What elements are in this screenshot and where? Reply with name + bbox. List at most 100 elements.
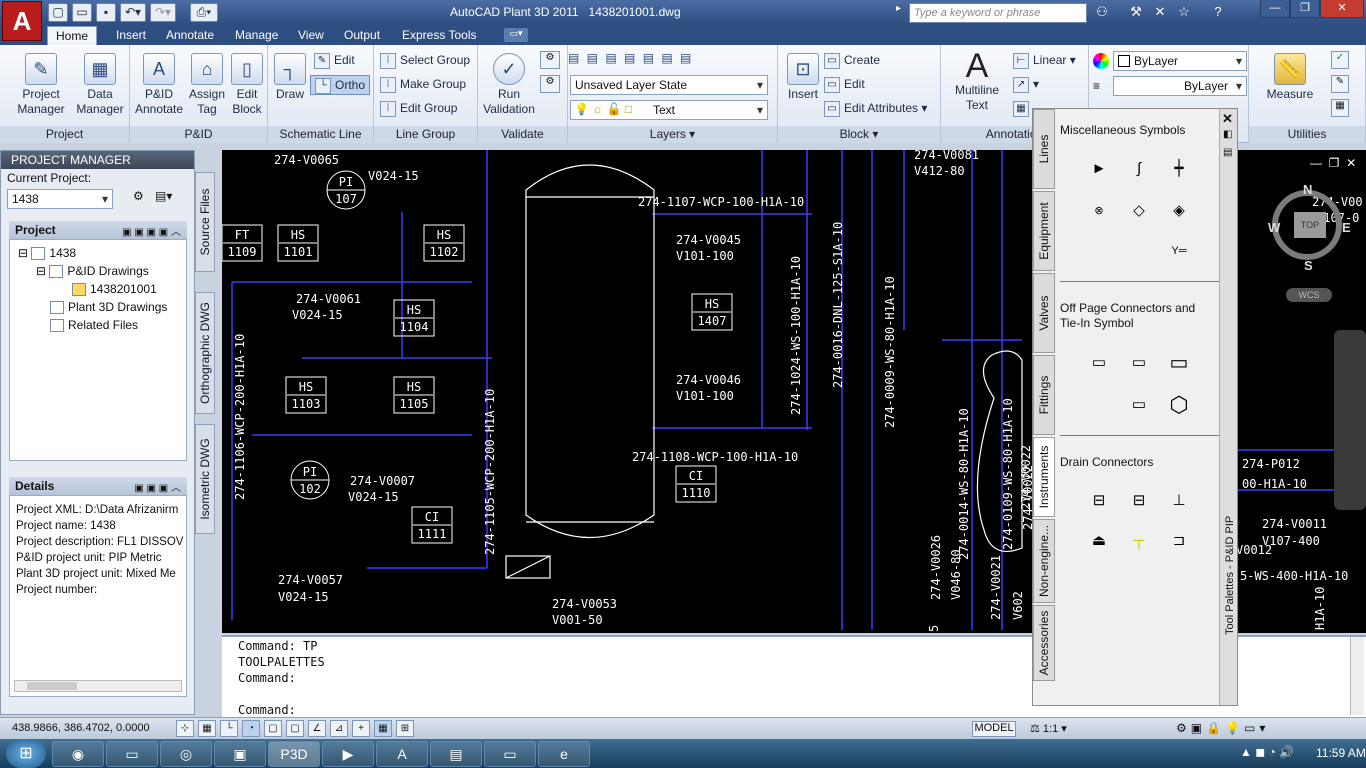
tab-output[interactable]: Output xyxy=(336,26,388,45)
transparency-icon[interactable]: ▦ xyxy=(374,720,392,737)
drain-connector-symbol[interactable]: ⊟ xyxy=(1125,489,1153,513)
edit-attributes-button[interactable]: ▭ Edit Attributes ▾ xyxy=(824,99,927,119)
tab-home[interactable]: Home xyxy=(47,26,98,45)
dyn-icon[interactable]: ⊿ xyxy=(330,720,348,737)
search-input[interactable]: Type a keyword or phrase xyxy=(909,3,1087,23)
connector-symbol[interactable]: ▭ xyxy=(1165,351,1193,375)
id-point-icon[interactable]: ✎ xyxy=(1331,75,1349,93)
command-scrollbar[interactable] xyxy=(1350,637,1364,715)
tab-orthographic-dwg[interactable]: Orthographic DWG xyxy=(195,292,215,414)
layer-tools-icons[interactable]: ▤ ▤ ▤ ▤ ▤ ▤ ▤ xyxy=(568,51,768,71)
run-validation-button[interactable]: ✓ Run Validation xyxy=(480,53,538,117)
tab-insert[interactable]: Insert xyxy=(108,26,154,45)
viewcube[interactable]: N S W E TOP WCS xyxy=(1268,182,1352,302)
viewcube-top-face[interactable]: TOP xyxy=(1294,212,1326,238)
palette-tab-fittings[interactable]: Fittings xyxy=(1033,355,1055,435)
validate-settings-icon[interactable]: ⚙ xyxy=(540,51,560,69)
minimize-button[interactable]: — xyxy=(1260,0,1290,18)
start-button[interactable]: ⊞ xyxy=(6,739,46,768)
draw-button[interactable]: ┐ Draw xyxy=(272,53,308,102)
snap-icon[interactable]: ⊹ xyxy=(176,720,194,737)
break-symbol[interactable]: ∫ xyxy=(1125,157,1153,181)
tie-in-hex-symbol[interactable]: ⬡ xyxy=(1165,393,1193,417)
ortho-mode-icon[interactable]: └ xyxy=(220,720,238,737)
ribbon-toggle-icon[interactable]: ▭▾ xyxy=(504,28,528,42)
project-manager-button[interactable]: ✎ Project Manager xyxy=(12,53,70,117)
multiline-text-button[interactable]: A Multiline Text xyxy=(947,49,1007,113)
save-icon[interactable]: ▪ xyxy=(96,3,116,22)
favorites-icon[interactable]: ☆ xyxy=(1174,4,1194,22)
selection-cycling-icon[interactable]: ⊞ xyxy=(396,720,414,737)
measure-button[interactable]: 📏 Measure xyxy=(1263,53,1317,102)
connector-symbol[interactable]: ▭ xyxy=(1125,351,1153,375)
linetype-dropdown[interactable]: ByLayer xyxy=(1113,76,1247,96)
status-tray-icons[interactable]: ⚙▣🔒💡▭▾ xyxy=(1176,721,1366,735)
palette-tab-lines[interactable]: Lines xyxy=(1033,109,1055,189)
drain-connector-symbol[interactable]: ┬ xyxy=(1125,529,1153,553)
connector-symbol[interactable]: ▭ xyxy=(1085,351,1113,375)
ortho-button[interactable]: └ Ortho xyxy=(310,75,371,95)
grid-icon[interactable]: ▦ xyxy=(198,720,216,737)
palette-autohide-icon[interactable]: ◧ xyxy=(1223,129,1232,140)
palette-properties-icon[interactable]: ▤ xyxy=(1223,147,1232,158)
ducs-icon[interactable]: ∠ xyxy=(308,720,326,737)
explorer-taskbar-icon[interactable]: ▭ xyxy=(106,741,158,767)
annotation-scale[interactable]: ⚖ 1:1 ▾ xyxy=(1030,722,1067,735)
quick-select-icon[interactable]: ✓ xyxy=(1331,51,1349,69)
clock[interactable]: 11:59 AM xyxy=(1316,746,1366,760)
linear-dimension-button[interactable]: ⊢ Linear ▾ xyxy=(1013,51,1076,71)
tree-item-project[interactable]: ⊟ 1438 xyxy=(18,246,76,261)
drain-connector-symbol[interactable]: ⊟ xyxy=(1085,489,1113,513)
plant3d-taskbar-icon[interactable]: P3D xyxy=(268,741,320,767)
details-toolbar-icons[interactable]: ▣ ▣ ▣ ︿ xyxy=(134,479,181,494)
tab-source-files[interactable]: Source Files xyxy=(195,172,215,272)
color-dropdown[interactable]: ByLayer xyxy=(1113,51,1247,71)
palette-titlebar[interactable]: ✕ ◧ ▤ Tool Palettes - P&ID PIP xyxy=(1219,109,1237,705)
pid-annotate-button[interactable]: A P&ID Annotate xyxy=(132,53,186,117)
tray-icons[interactable]: ▲ ◼ ◔ 🔊 xyxy=(1240,745,1294,759)
autocad-taskbar-icon[interactable]: A xyxy=(376,741,428,767)
palette-tab-non-engineering[interactable]: Non-engine... xyxy=(1033,519,1055,603)
make-group-button[interactable]: ⁞ Make Group xyxy=(380,75,466,95)
project-toolbar-icons[interactable]: ▣ ▣ ▣ ▣ ︿ xyxy=(122,223,181,238)
help-icon[interactable]: ? xyxy=(1208,4,1228,22)
validate-report-icon[interactable]: ⚙ xyxy=(540,75,560,93)
edit-line-button[interactable]: ✎ Edit xyxy=(314,51,355,71)
leader-button[interactable]: ↗ ▾ xyxy=(1013,75,1039,95)
drain-y-symbol[interactable]: Y═ xyxy=(1165,239,1193,263)
current-project-dropdown[interactable]: 1438 xyxy=(7,189,113,209)
tab-annotate[interactable]: Annotate xyxy=(158,26,222,45)
tree-item-plant3d-drawings[interactable]: Plant 3D Drawings xyxy=(50,300,167,315)
linetype-icon[interactable]: ≡ xyxy=(1093,79,1109,93)
redo-icon[interactable]: ↷▾ xyxy=(150,3,176,22)
edit-block-ribbon-button[interactable]: ▭ Edit xyxy=(824,75,865,95)
app-menu-button[interactable]: A xyxy=(2,1,42,41)
tab-isometric-dwg[interactable]: Isometric DWG xyxy=(195,424,215,534)
notes-taskbar-icon[interactable]: ▤ xyxy=(430,741,482,767)
tab-view[interactable]: View xyxy=(290,26,332,45)
select-group-button[interactable]: ⁞ Select Group xyxy=(380,51,470,71)
drain-connector-symbol[interactable]: ⊐ xyxy=(1165,529,1193,553)
binoculars-icon[interactable]: ⚇ xyxy=(1092,4,1112,22)
open-icon[interactable]: ▭ xyxy=(72,3,92,22)
firefox-taskbar-icon[interactable]: ◉ xyxy=(52,741,104,767)
sc-symbol[interactable]: ◈ xyxy=(1165,199,1193,223)
drain-connector-symbol[interactable]: ⊥ xyxy=(1165,489,1193,513)
wcs-menu[interactable]: WCS xyxy=(1286,288,1332,302)
tree-item-drawing[interactable]: 1438201001 xyxy=(72,282,157,297)
navigation-bar[interactable] xyxy=(1334,330,1366,510)
otrack-icon[interactable]: ▢ xyxy=(286,720,304,737)
assign-tag-button[interactable]: ⌂ Assign Tag xyxy=(186,53,228,117)
palette-tab-equipment[interactable]: Equipment xyxy=(1033,191,1055,271)
app-taskbar-icon[interactable]: ▣ xyxy=(214,741,266,767)
scrollbar-thumb[interactable] xyxy=(27,682,77,690)
project-view-icon[interactable]: ▤▾ xyxy=(155,189,181,207)
tab-manage[interactable]: Manage xyxy=(227,26,286,45)
tie-in-symbol[interactable]: ▭ xyxy=(1125,393,1153,417)
data-manager-button[interactable]: ▦ Data Manager xyxy=(74,53,126,117)
new-icon[interactable]: ▢ xyxy=(48,3,68,22)
project-settings-icon[interactable]: ⚙ xyxy=(133,189,151,207)
plot-icon[interactable]: ⎙▾ xyxy=(190,3,218,22)
xx-symbol[interactable]: ⊗ xyxy=(1085,199,1113,223)
details-scrollbar[interactable] xyxy=(14,680,182,692)
